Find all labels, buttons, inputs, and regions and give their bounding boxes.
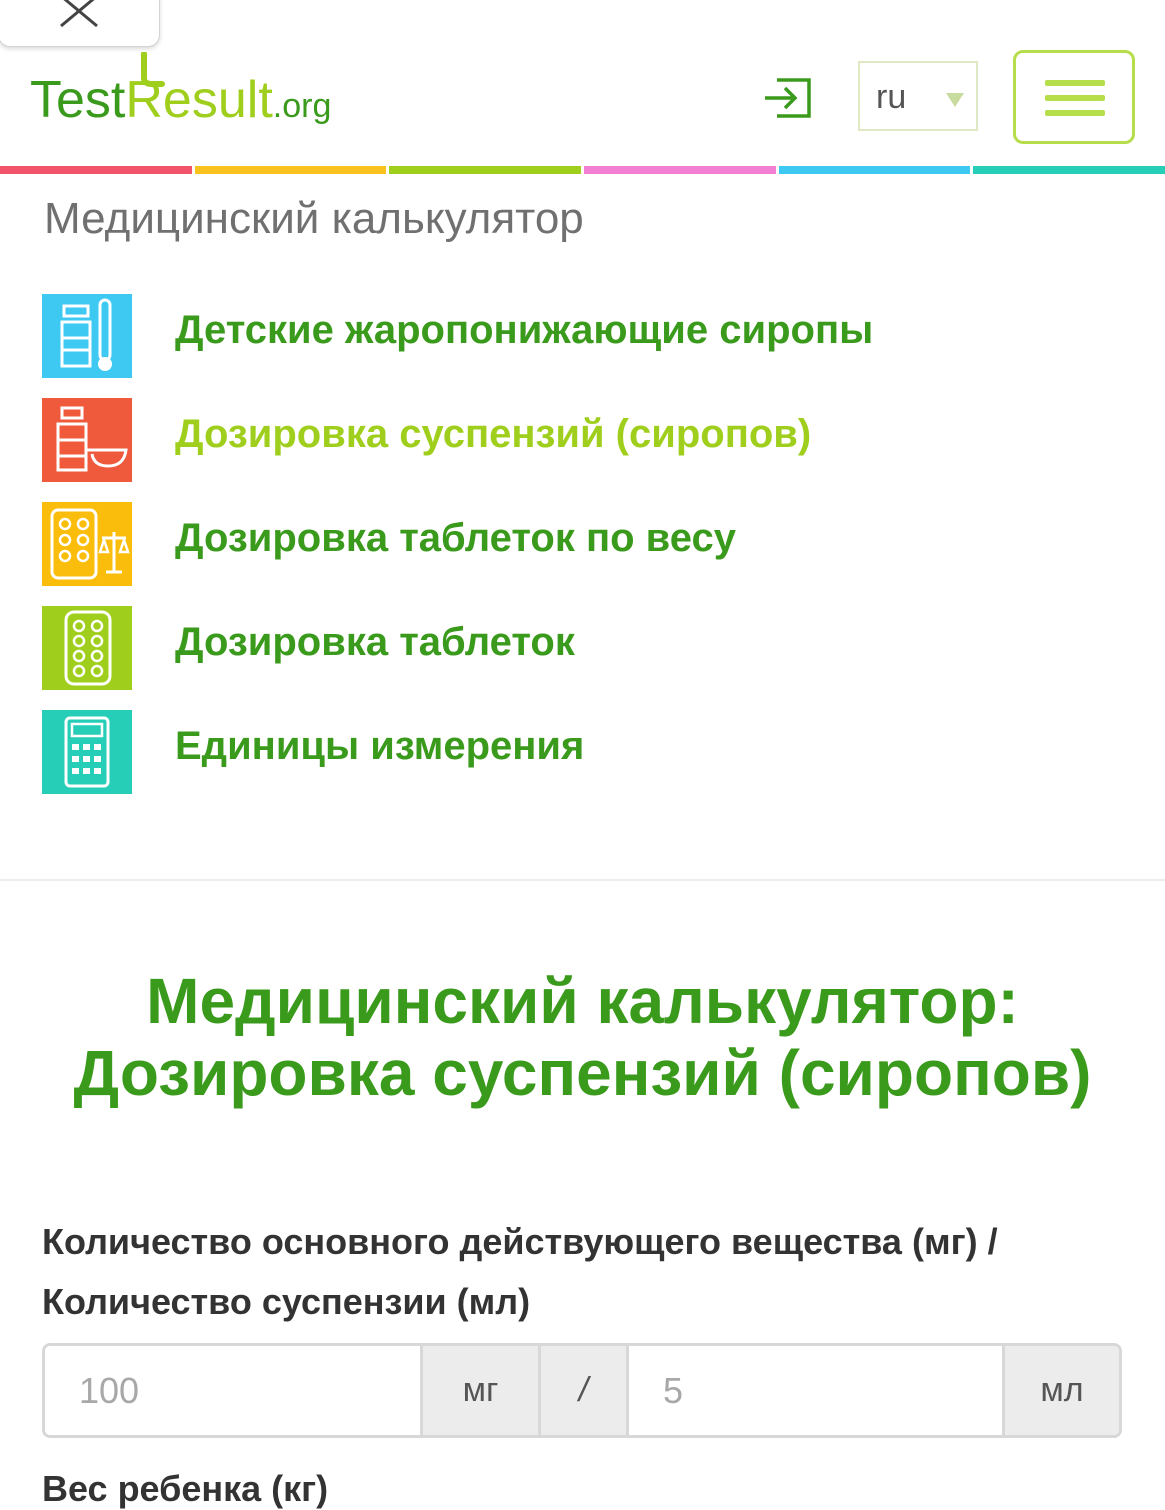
ml-input[interactable]: 5 [626,1346,1002,1435]
mg-input[interactable]: 100 [45,1346,420,1435]
calc-item-units[interactable]: Единицы измерения [42,710,1142,794]
weight-label: Вес ребенка (кг) [42,1468,329,1509]
calc-label: Детские жаропонижающие сиропы [175,308,874,352]
calc-item-tablets-by-weight[interactable]: Дозировка таблеток по весу [42,502,1142,586]
calc-label: Дозировка суспензий (сиропов) [175,412,812,456]
pills-scale-icon [42,502,132,586]
close-icon [60,0,98,28]
page-title-line1: Медицинский калькулятор: [146,965,1019,1037]
stripe [389,166,582,174]
calc-item-tablets-dosage[interactable]: Дозировка таблеток [42,606,1142,690]
syrup-thermometer-icon [42,294,132,378]
separator: / [538,1346,626,1435]
color-stripes [0,166,1165,176]
language-value: ru [876,78,907,116]
login-icon [765,78,811,118]
stripe [584,166,776,174]
hamburger-icon-bar [1045,95,1105,101]
bottle-spoon-icon [42,398,132,482]
calc-label: Дозировка таблеток по весу [175,516,736,560]
hamburger-icon-bar [1045,110,1105,116]
language-select[interactable]: ru [858,61,978,131]
login-button[interactable] [763,74,815,126]
stripe [973,166,1165,174]
concentration-label: Количество основного действующего вещест… [42,1221,998,1322]
site-logo[interactable]: TestResult.org [30,52,390,134]
stripe [0,166,192,174]
mg-unit: мг [420,1346,538,1435]
chevron-down-icon [946,93,964,107]
divider [0,879,1165,881]
page-title-line2: Дозировка суспензий (сиропов) [73,1037,1092,1109]
page-title: Медицинский калькулятор: Дозировка суспе… [0,965,1165,1109]
concentration-input-group: 100 мг / 5 мл [42,1343,1122,1438]
close-tab-button[interactable] [0,0,160,47]
stripe [778,166,971,174]
ml-unit: мл [1002,1346,1119,1435]
calculator-icon [42,710,132,794]
calc-label: Дозировка таблеток [175,620,575,664]
logo-text: TestResult.org [30,71,332,129]
calc-item-suspension-dosage[interactable]: Дозировка суспензий (сиропов) [42,398,1142,482]
menu-button[interactable] [1013,50,1135,144]
hamburger-icon [1045,80,1105,86]
stripe [194,166,387,174]
section-title: Медицинский калькулятор [44,194,584,243]
calc-label: Единицы измерения [175,724,585,768]
calc-item-child-syrups[interactable]: Детские жаропонижающие сиропы [42,294,1142,378]
pills-blister-icon [42,606,132,690]
